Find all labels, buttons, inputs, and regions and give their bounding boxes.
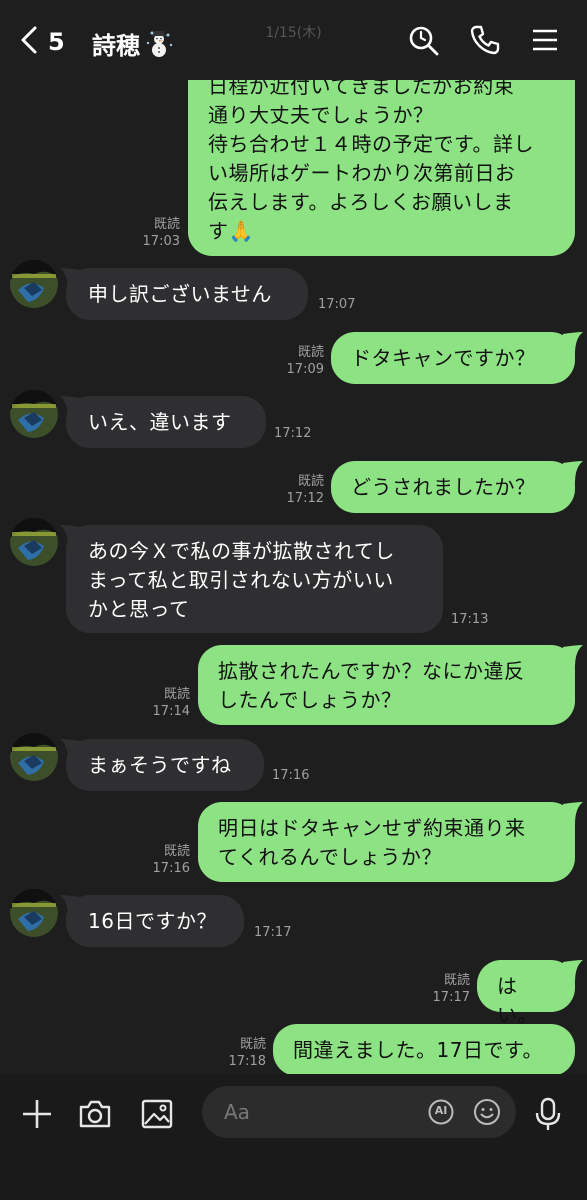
- camera-button[interactable]: [75, 1094, 115, 1134]
- contact-avatar[interactable]: [10, 733, 58, 781]
- message-meta: 既読 17:03: [130, 216, 180, 250]
- message-input[interactable]: Aa AI: [202, 1086, 516, 1138]
- emoji-icon: [474, 1099, 500, 1125]
- ai-label: AI: [434, 1104, 448, 1117]
- contact-avatar[interactable]: [10, 260, 58, 308]
- message-time: 17:12: [286, 491, 324, 506]
- read-receipt: 既読: [297, 345, 324, 360]
- read-receipt: 既読: [297, 474, 324, 489]
- message-line: 間違えました。17日です。: [293, 1038, 543, 1062]
- message-line: 明日はドタキャンせず約束通り来: [218, 816, 526, 840]
- my-message-bubble[interactable]: 拡散されたんですか？なにか違反 したんでしょうか？: [198, 645, 575, 725]
- message-line: まって私と取引されない方がいい: [88, 568, 394, 592]
- message-meta: 既読 17:17: [418, 972, 470, 1006]
- my-message-bubble[interactable]: 日程が近付いてきましたがお約束 通り大丈夫でしょうか？ 待ち合わせ１４時の予定で…: [188, 58, 575, 256]
- message-time: 17:03: [142, 234, 180, 249]
- bubble-tail: [563, 960, 583, 982]
- message-line: どうされましたか？: [351, 475, 536, 499]
- message-time: 17:18: [228, 1054, 266, 1069]
- message-time: 17:07: [318, 297, 356, 312]
- message-time: 17:17: [254, 925, 292, 940]
- message-meta: 既読 17:14: [138, 686, 190, 720]
- gallery-button[interactable]: [137, 1094, 177, 1134]
- chat-header: 5 詩穂 1/15(木): [0, 0, 587, 80]
- their-message-bubble[interactable]: まぁそうですね: [66, 739, 264, 791]
- message-time: 17:16: [152, 861, 190, 876]
- message-line: 拡散されたんですか？なにか違反: [218, 659, 525, 683]
- bubble-tail: [563, 461, 583, 483]
- my-message-bubble[interactable]: はい。: [477, 960, 575, 1027]
- voice-button[interactable]: [528, 1094, 568, 1134]
- message-line: 伝えします。よろしくお願いしま: [208, 190, 514, 214]
- camera-icon: [79, 1100, 111, 1128]
- bubble-tail: [563, 802, 583, 824]
- message-time: 17:16: [272, 768, 310, 783]
- message-meta: 既読 17:18: [214, 1036, 266, 1070]
- their-message-bubble[interactable]: あの今Ｘで私の事が拡散されてし まって私と取引されない方がいい かと思って: [66, 525, 443, 633]
- their-message-bubble[interactable]: いえ、違います: [66, 396, 266, 448]
- image-icon: [141, 1099, 173, 1129]
- microphone-icon: [535, 1097, 561, 1130]
- read-receipt: 既読: [153, 217, 180, 232]
- message-meta: 既読 17:16: [138, 843, 190, 877]
- bubble-tail: [563, 332, 583, 354]
- message-line: かと思って: [88, 597, 190, 621]
- message-time: 17:12: [274, 426, 312, 441]
- read-receipt: 既読: [163, 687, 190, 702]
- message-time: 17:09: [286, 362, 324, 377]
- message-line: 16日ですか？: [88, 909, 217, 933]
- input-placeholder: Aa: [224, 1100, 250, 1124]
- my-message-bubble[interactable]: 間違えました。17日です。: [273, 1024, 575, 1076]
- message-time: 17:14: [152, 704, 190, 719]
- message-line: いえ、違います: [88, 410, 232, 434]
- message-line: まぁそうですね: [88, 753, 232, 777]
- plus-icon: [23, 1100, 51, 1128]
- message-line: はい。: [497, 974, 538, 1027]
- message-meta: 既読 17:12: [270, 473, 324, 507]
- read-receipt: 既読: [443, 973, 470, 988]
- message-line: したんでしょうか？: [218, 688, 402, 712]
- date-stamp: 1/15(木): [265, 25, 322, 41]
- message-line: 申し訳ございません: [88, 282, 272, 306]
- message-meta: 既読 17:09: [270, 344, 324, 378]
- message-line: あの今Ｘで私の事が拡散されてし: [88, 539, 395, 563]
- message-line: す🙏: [208, 219, 254, 243]
- message-line: い場所はゲートわかり次第前日お: [208, 161, 516, 185]
- add-button[interactable]: [17, 1094, 57, 1134]
- emoji-button[interactable]: [472, 1097, 502, 1127]
- my-message-bubble[interactable]: ドタキャンですか？: [331, 332, 575, 384]
- their-message-bubble[interactable]: 16日ですか？: [66, 895, 244, 947]
- ai-button[interactable]: AI: [428, 1099, 454, 1125]
- message-time: 17:13: [451, 612, 489, 627]
- their-message-bubble[interactable]: 申し訳ございません: [66, 268, 308, 320]
- bubble-tail: [563, 645, 583, 667]
- my-message-bubble[interactable]: どうされましたか？: [331, 461, 575, 513]
- message-line: てくれるんでしょうか？: [218, 845, 442, 869]
- contact-avatar[interactable]: [10, 390, 58, 438]
- message-line: 待ち合わせ１４時の予定です。詳し: [208, 132, 534, 156]
- composer-bar: Aa AI: [0, 1074, 587, 1200]
- message-line: ドタキャンですか？: [351, 346, 536, 370]
- message-line: 通り大丈夫でしょうか？: [208, 103, 434, 127]
- read-receipt: 既読: [163, 844, 190, 859]
- contact-avatar[interactable]: [10, 518, 58, 566]
- my-message-bubble[interactable]: 明日はドタキャンせず約束通り来 てくれるんでしょうか？: [198, 802, 575, 882]
- contact-avatar[interactable]: [10, 889, 58, 937]
- read-receipt: 既読: [239, 1037, 266, 1052]
- message-time: 17:17: [432, 990, 470, 1005]
